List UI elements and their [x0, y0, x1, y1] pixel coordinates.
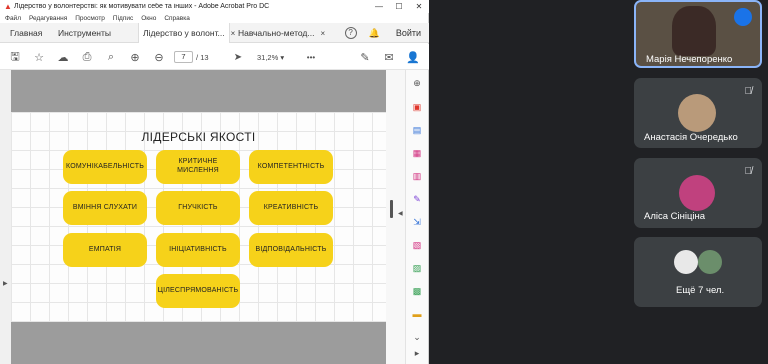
slide-top-band — [11, 70, 386, 112]
tab-close-icon[interactable]: × — [231, 29, 236, 38]
close-window-button[interactable]: ✕ — [409, 0, 429, 13]
save-icon[interactable]: 🖫 — [6, 44, 24, 70]
participant-avatar — [678, 94, 716, 132]
help-icon[interactable]: ? — [344, 27, 357, 39]
menu-edit[interactable]: Редагування — [29, 15, 67, 22]
tab-bar: Главная Инструменты Лідерство у волонт..… — [0, 23, 429, 43]
slide-bottom-band — [11, 322, 386, 364]
quality-card: ЕМПАТІЯ — [63, 233, 147, 267]
mic-off-icon: 🎙̸ — [744, 86, 753, 97]
protect-icon[interactable]: ▩ — [410, 284, 424, 298]
combine-files-icon[interactable]: ▤ — [410, 123, 424, 137]
quality-card: КОМПЕТЕНТНІСТЬ — [249, 150, 333, 184]
quality-card: КРЕАТИВНІСТЬ — [249, 191, 333, 225]
menu-window[interactable]: Окно — [141, 15, 156, 22]
window-title: Лідерство у волонтерстві: як мотивувати … — [14, 3, 270, 10]
page-down-icon[interactable]: ⊖ — [150, 44, 168, 70]
create-pdf-icon[interactable]: ▣ — [410, 100, 424, 114]
menu-sign[interactable]: Підпис — [113, 15, 133, 22]
tab-bar-actions: ? 🔔 Войти — [344, 23, 429, 43]
participant-avatar — [674, 250, 698, 274]
speaking-indicator-icon — [734, 8, 752, 26]
participant-tile[interactable]: 🎙̸ Аліса Сініціна — [634, 158, 762, 228]
tab-document-2-label: Навчально-метод... — [238, 28, 315, 38]
title-bar: ▲ Лідерство у волонтерстві: як мотивуват… — [0, 0, 429, 13]
edit-pdf-icon[interactable]: ▥ — [410, 169, 424, 183]
page-total: / 13 — [196, 53, 209, 62]
quality-card: ВІДПОВІДАЛЬНІСТЬ — [249, 233, 333, 267]
more-participants-tile[interactable]: Ещё 7 чел. — [634, 237, 762, 307]
participant-tile[interactable]: 🎙̸ Анастасія Очередько — [634, 78, 762, 148]
bell-icon[interactable]: 🔔 — [369, 28, 380, 39]
collapse-right-panel-icon[interactable]: ◀ — [398, 210, 403, 217]
page-up-icon[interactable]: ⊕ — [126, 44, 144, 70]
acrobat-logo-icon: ▲ — [4, 1, 12, 11]
window-controls: — ☐ ✕ — [369, 0, 429, 13]
tab-document-label: Лідерство у волонт... — [143, 28, 225, 38]
share-pen-icon[interactable]: ✎ — [356, 44, 374, 70]
tab-home[interactable]: Главная — [10, 23, 42, 43]
quality-card: КОМУНІКАБЕЛЬНІСТЬ — [63, 150, 147, 184]
menu-help[interactable]: Справка — [164, 15, 190, 22]
fill-sign-icon[interactable]: ✎ — [410, 192, 424, 206]
tab-document-2[interactable]: Навчально-метод... × — [238, 23, 325, 43]
quality-card: ЦІЛЕСПРЯМОВАНІСТЬ — [156, 274, 240, 308]
menu-file[interactable]: Файл — [5, 15, 21, 22]
participant-video — [672, 6, 716, 56]
tools-sidebar: ⊕ ▣ ▤ ▦ ▥ ✎ ⇲ ▧ ▨ ▩ ▬ ⌄ ▸ — [405, 70, 428, 364]
more-tools-chevron-icon[interactable]: ⌄ — [410, 330, 424, 344]
email-icon[interactable]: ✉ — [380, 44, 398, 70]
organize-pages-icon[interactable]: ▦ — [410, 146, 424, 160]
export-pdf-icon[interactable]: ⇲ — [410, 215, 424, 229]
participant-avatar — [698, 250, 722, 274]
tab-close-icon[interactable]: × — [320, 29, 325, 38]
quality-card: ВМІННЯ СЛУХАТИ — [63, 191, 147, 225]
participant-tile-speaker[interactable]: Марія Нечепоренко — [634, 0, 762, 68]
maximize-button[interactable]: ☐ — [389, 0, 409, 13]
print-icon[interactable]: ⎙ — [78, 44, 96, 70]
participant-name: Аліса Сініціна — [644, 211, 706, 222]
quality-card: ІНІЦІАТИВНІСТЬ — [156, 233, 240, 267]
minimize-button[interactable]: — — [369, 0, 389, 13]
login-button[interactable]: Войти — [396, 28, 421, 38]
expand-left-panel-icon[interactable]: ▶ — [3, 280, 8, 287]
select-cursor-icon[interactable]: ➤ — [229, 44, 247, 70]
zoom-dropdown[interactable]: 31,2% ▾ — [257, 53, 284, 62]
toolbar: 🖫 ☆ ☁ ⎙ ⌕ ⊕ ⊖ 7 / 13 ➤ 31,2% ▾ ••• ✎ ✉ 👤 — [0, 44, 429, 70]
left-panel-strip[interactable]: ▶ — [0, 70, 11, 364]
scrollbar-thumb[interactable] — [390, 200, 393, 218]
comment-bubble-icon[interactable]: ▬ — [410, 307, 424, 321]
add-user-icon[interactable]: 👤 — [404, 44, 422, 70]
zoom-search-icon[interactable]: ⌕ — [102, 44, 120, 70]
sidebar-toggle-icon[interactable]: ▸ — [410, 346, 424, 360]
tab-document-active[interactable]: Лідерство у волонт... × — [138, 23, 235, 43]
quality-card: ГНУЧКІСТЬ — [156, 191, 240, 225]
upload-cloud-icon[interactable]: ☁ — [54, 44, 72, 70]
participant-name: Марія Нечепоренко — [646, 54, 733, 65]
participant-name: Анастасія Очередько — [644, 132, 738, 143]
bookmark-star-icon[interactable]: ☆ — [30, 44, 48, 70]
pdf-page: ЛІДЕРСЬКІ ЯКОСТІ КОМУНІКАБЕЛЬНІСТЬ КРИТИ… — [11, 70, 386, 364]
more-tools-icon[interactable]: ••• — [302, 44, 320, 70]
menu-bar: Файл Редагування Просмотр Підпис Окно Сп… — [0, 13, 429, 23]
slide-title: ЛІДЕРСЬКІ ЯКОСТІ — [141, 130, 256, 144]
participant-avatar — [679, 175, 715, 211]
menu-view[interactable]: Просмотр — [75, 15, 105, 22]
scan-icon[interactable]: ▨ — [410, 261, 424, 275]
vertical-scrollbar[interactable] — [386, 70, 405, 364]
more-participants-label: Ещё 7 чел. — [676, 285, 725, 296]
page-number-input[interactable]: 7 — [174, 51, 193, 63]
quality-card: КРИТИЧНЕ МИСЛЕННЯ — [156, 150, 240, 184]
mic-off-icon: 🎙̸ — [744, 166, 753, 177]
acrobat-window: ▲ Лідерство у волонтерстві: як мотивуват… — [0, 0, 429, 364]
tab-tools[interactable]: Инструменты — [58, 23, 111, 43]
zoom-tool-icon[interactable]: ⊕ — [410, 76, 424, 90]
comment-icon[interactable]: ▧ — [410, 238, 424, 252]
